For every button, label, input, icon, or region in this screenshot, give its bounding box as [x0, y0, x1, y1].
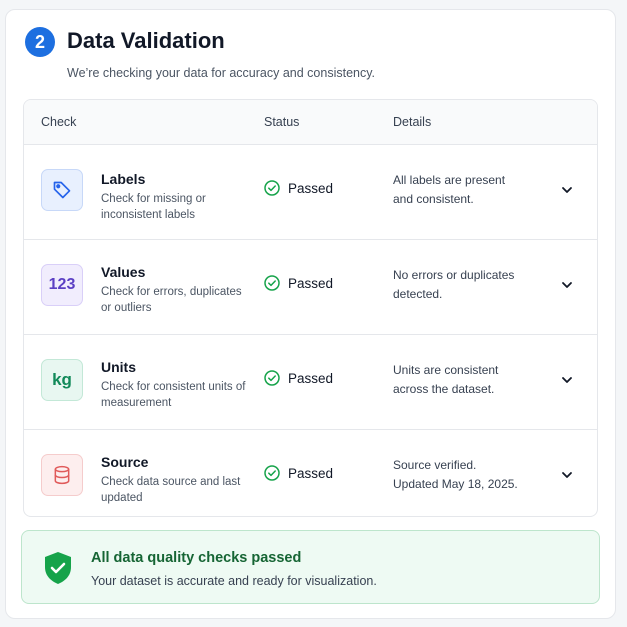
check-description: Check data source and last updated — [101, 476, 241, 504]
status-text: Passed — [288, 275, 334, 291]
status-badge: Passed — [264, 275, 333, 291]
check-details: Units are consistent across the dataset. — [393, 363, 499, 396]
column-header-status: Status — [264, 115, 300, 129]
number-icon: 123 — [41, 264, 83, 306]
chevron-down-icon[interactable] — [559, 277, 575, 293]
check-circle-icon — [264, 180, 280, 196]
kg-icon: kg — [41, 359, 83, 401]
table-row[interactable]: Source Check data source and last update… — [24, 430, 597, 516]
banner-title: All data quality checks passed — [91, 550, 302, 566]
check-name: Units — [101, 359, 136, 375]
banner-text: Your dataset is accurate and ready for v… — [91, 574, 377, 588]
shield-check-icon — [45, 552, 71, 584]
page-title: Data Validation — [67, 28, 225, 53]
table-header: Check Status Details — [24, 100, 597, 145]
tag-icon — [41, 169, 83, 211]
check-circle-icon — [264, 370, 280, 386]
chevron-down-icon[interactable] — [559, 467, 575, 483]
table-row[interactable]: kg Units Check for consistent units of m… — [24, 335, 597, 430]
check-description: Check for missing or inconsistent labels — [101, 193, 206, 221]
checks-table: Check Status Details Labels Check for mi… — [23, 99, 598, 517]
status-text: Passed — [288, 465, 334, 481]
status-badge: Passed — [264, 180, 333, 196]
status-text: Passed — [288, 180, 334, 196]
success-banner: All data quality checks passed Your data… — [21, 530, 600, 604]
status-badge: Passed — [264, 465, 333, 481]
table-row[interactable]: Labels Check for missing or inconsistent… — [24, 145, 597, 240]
column-header-check: Check — [41, 115, 77, 129]
check-circle-icon — [264, 275, 280, 291]
chevron-down-icon[interactable] — [559, 372, 575, 388]
check-description: Check for errors, duplicates or outliers — [101, 286, 242, 314]
status-text: Passed — [288, 370, 334, 386]
check-name: Labels — [101, 171, 146, 187]
step-badge: 2 — [25, 27, 55, 57]
check-description: Check for consistent units of measuremen… — [101, 381, 246, 409]
check-name: Source — [101, 454, 149, 470]
check-circle-icon — [264, 465, 280, 481]
page-subtitle: We’re checking your data for accuracy an… — [67, 66, 376, 80]
check-details: All labels are present and consistent. — [393, 173, 506, 206]
check-name: Values — [101, 264, 146, 280]
column-header-details: Details — [393, 115, 432, 129]
status-badge: Passed — [264, 370, 333, 386]
check-details: Source verified. Updated May 18, 2025. — [393, 458, 518, 491]
table-row[interactable]: 123 Values Check for errors, duplicates … — [24, 240, 597, 335]
chevron-down-icon[interactable] — [559, 182, 575, 198]
database-icon — [41, 454, 83, 496]
check-details: No errors or duplicates detected. — [393, 268, 515, 301]
validation-card: 2 Data Validation We’re checking your da… — [5, 9, 616, 619]
